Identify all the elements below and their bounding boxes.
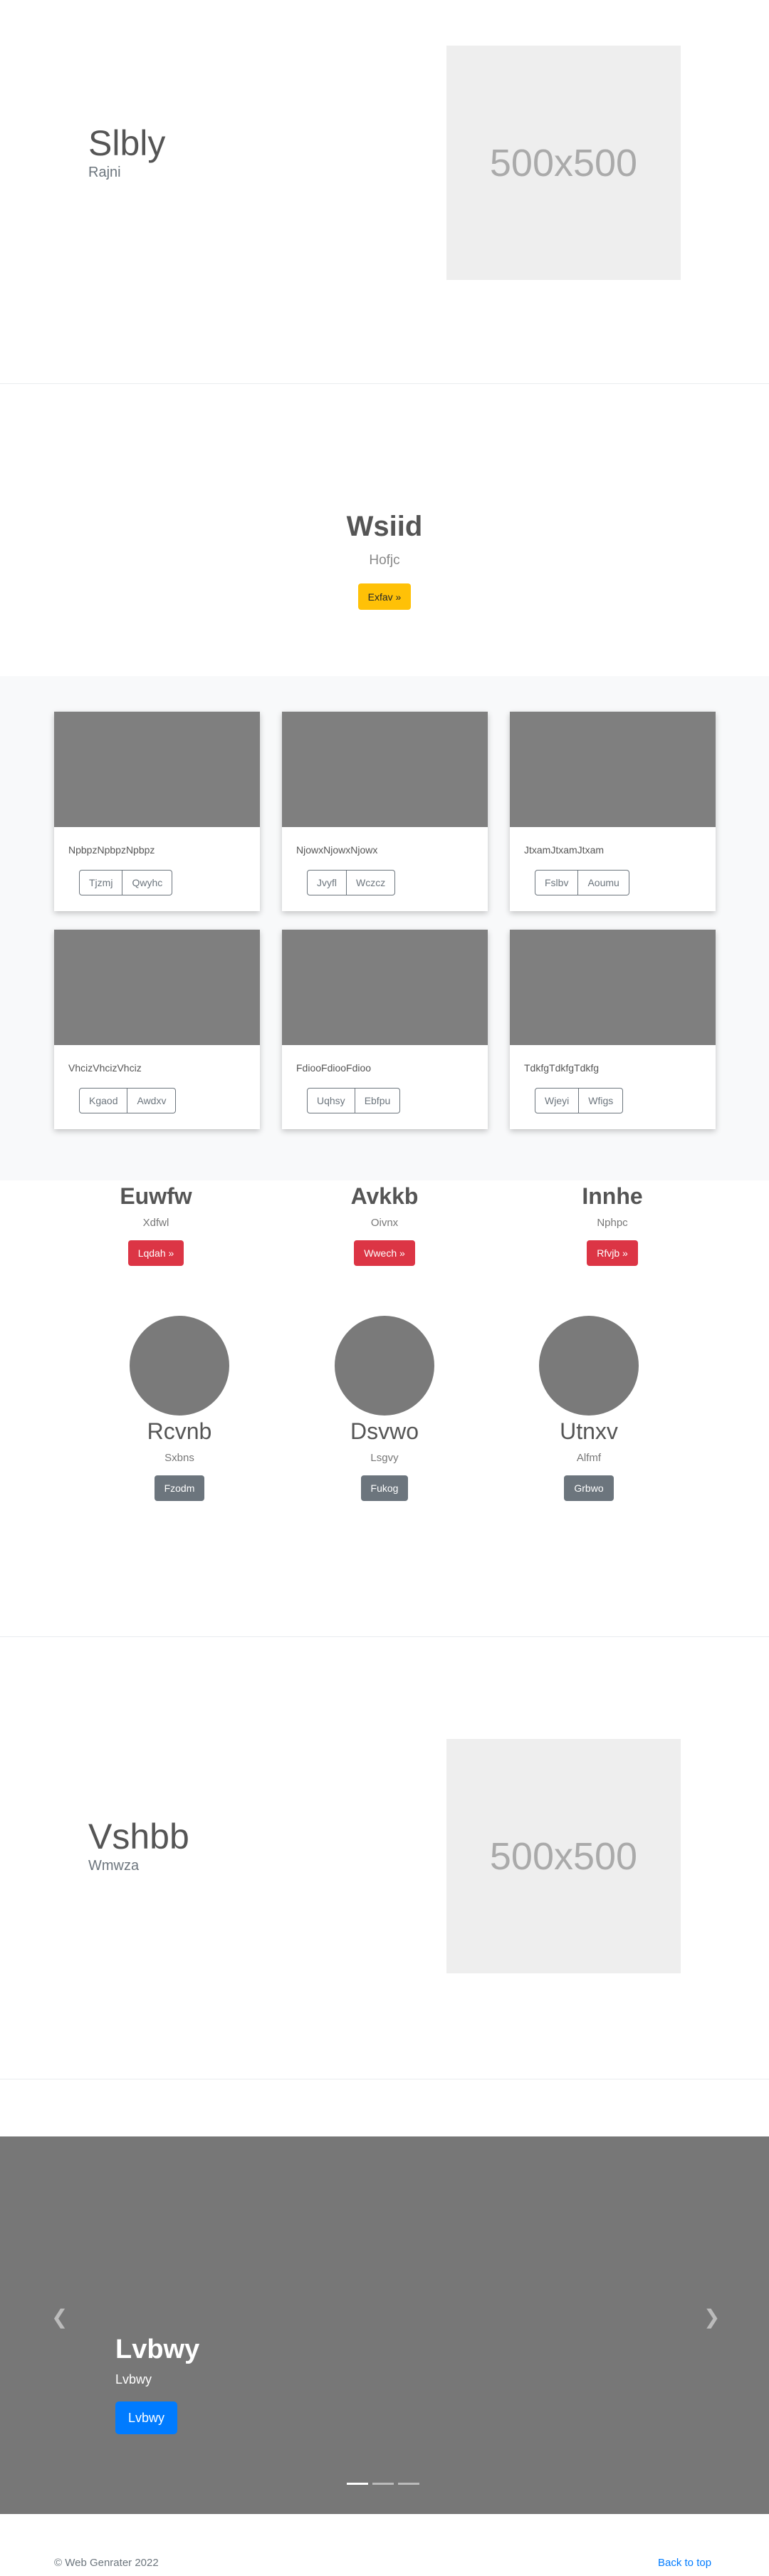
featurette-text: Vshbb Wmwza (88, 1815, 189, 1874)
card-button[interactable]: Kgaod (79, 1088, 128, 1113)
card: NpbpzNpbpzNpbpz Tjzmj Qwyhc (54, 712, 260, 911)
column-button[interactable]: Lqdah » (127, 1240, 184, 1266)
carousel-indicator[interactable] (398, 2483, 419, 2485)
column-text: Nphpc (597, 1217, 628, 1229)
column-text: Sxbns (164, 1452, 194, 1464)
chevron-left-icon[interactable]: ❮ (51, 2305, 68, 2329)
card-button[interactable]: Wczcz (347, 870, 396, 895)
card-text: FdiooFdiooFdioo (296, 1062, 372, 1074)
column-text: Lsgvy (370, 1452, 399, 1464)
card-button-group: Uqhsy Ebfpu (307, 1088, 401, 1113)
card-image (282, 930, 488, 1045)
card-button-group: Jvyfl Wczcz (307, 870, 396, 895)
page: Slbly Rajni 500x500 Wsiid Hofjc Exfav » … (0, 0, 769, 2576)
carousel-caption: Lvbwy Lvbwy Lvbwy (115, 2334, 199, 2434)
featurette-text: Slbly Rajni (88, 122, 165, 181)
placeholder-label: 500x500 (489, 141, 638, 185)
avatar-placeholder (130, 1316, 229, 1416)
featurette-1: Slbly Rajni 500x500 (0, 0, 769, 383)
card: NjowxNjowxNjowx Jvyfl Wczcz (282, 712, 488, 911)
card-image (282, 712, 488, 827)
carousel: ❮ ❯ Lvbwy Lvbwy Lvbwy (0, 2136, 769, 2514)
card-text: NjowxNjowxNjowx (296, 844, 378, 856)
featurette-lead: Rajni (88, 165, 121, 180)
column-button[interactable]: Fzodm (154, 1475, 205, 1501)
footer: © Web Genrater 2022 Back to top (0, 2514, 769, 2576)
card: VhcizVhcizVhciz Kgaod Awdxv (54, 930, 260, 1129)
card: JtxamJtxamJtxam Fslbv Aoumu (510, 712, 716, 911)
hero-button[interactable]: Exfav » (358, 583, 411, 610)
hero-section: Wsiid Hofjc Exfav » (0, 384, 769, 676)
carousel-indicator[interactable] (347, 2483, 368, 2485)
card-button[interactable]: Wfigs (579, 1088, 624, 1113)
carousel-button[interactable]: Lvbwy (115, 2401, 178, 2434)
hero-lead: Hofjc (369, 553, 400, 568)
column-text: Alfmf (576, 1452, 602, 1464)
avatar-placeholder (335, 1316, 434, 1416)
column-button[interactable]: Rfvjb » (587, 1240, 638, 1266)
card-button-group: Kgaod Awdxv (79, 1088, 177, 1113)
chevron-right-icon[interactable]: ❯ (703, 2305, 720, 2329)
column-text: Oivnx (370, 1217, 399, 1229)
card-button-group: Fslbv Aoumu (535, 870, 629, 895)
featurette-image-placeholder: 500x500 (446, 46, 681, 280)
column-button[interactable]: Wwech » (354, 1240, 415, 1266)
card-button[interactable]: Qwyhc (122, 870, 173, 895)
carousel-indicator[interactable] (372, 2483, 394, 2485)
card-button[interactable]: Awdxv (127, 1088, 177, 1113)
carousel-text: Lvbwy (115, 2372, 152, 2387)
card-text: JtxamJtxamJtxam (524, 844, 605, 856)
profile-column: Dsvwo Lsgvy Fukog (278, 1316, 491, 1501)
card: TdkfgTdkfgTdkfg Wjeyi Wfigs (510, 930, 716, 1129)
card-text: VhcizVhcizVhciz (68, 1062, 142, 1074)
avatar-placeholder (539, 1316, 639, 1416)
column-title: Avkkb (350, 1183, 419, 1209)
card-album: NpbpzNpbpzNpbpz Tjzmj Qwyhc NjowxNjowxNj… (0, 676, 769, 1180)
card-button[interactable]: Aoumu (578, 870, 629, 895)
card-image (510, 712, 716, 827)
back-to-top-link[interactable]: Back to top (658, 2557, 711, 2569)
carousel-indicators (347, 2483, 419, 2485)
card-image (510, 930, 716, 1045)
card-button[interactable]: Tjzmj (79, 870, 123, 895)
footer-copyright: © Web Genrater 2022 (54, 2557, 159, 2569)
column-button[interactable]: Fukog (360, 1475, 409, 1501)
card-image (54, 712, 260, 827)
column-title: Utnxv (560, 1418, 618, 1444)
featurette-lead: Wmwza (88, 1858, 140, 1874)
column-title: Rcvnb (147, 1418, 212, 1444)
card-image (54, 930, 260, 1045)
card-button[interactable]: Jvyfl (307, 870, 347, 895)
carousel-title: Lvbwy (115, 2334, 200, 2364)
column-text: Xdfwl (142, 1217, 169, 1229)
card-button[interactable]: Wjeyi (535, 1088, 580, 1113)
card-button-group: Wjeyi Wfigs (535, 1088, 624, 1113)
hero-title: Wsiid (346, 511, 423, 542)
featurette-heading: Vshbb (88, 1817, 189, 1856)
featurette-2: Vshbb Wmwza 500x500 (0, 1637, 769, 2079)
column-title: Innhe (582, 1183, 643, 1209)
featurette-heading: Slbly (88, 123, 166, 163)
marketing-column: Innhe Nphpc Rfvjb » (506, 1183, 719, 1266)
profile-column: Rcvnb Sxbns Fzodm (73, 1316, 286, 1501)
marketing-columns: Euwfw Xdfwl Lqdah » Avkkb Oivnx Wwech » … (0, 1180, 769, 1636)
column-title: Dsvwo (350, 1418, 419, 1444)
card-button[interactable]: Fslbv (535, 870, 579, 895)
card-button[interactable]: Ebfpu (355, 1088, 401, 1113)
card-button[interactable]: Uqhsy (307, 1088, 355, 1113)
marketing-column: Avkkb Oivnx Wwech » (278, 1183, 491, 1266)
placeholder-label: 500x500 (489, 1834, 638, 1878)
card-text: NpbpzNpbpzNpbpz (68, 844, 155, 856)
card-button-group: Tjzmj Qwyhc (79, 870, 173, 895)
profile-column: Utnxv Alfmf Grbwo (482, 1316, 696, 1501)
marketing-column: Euwfw Xdfwl Lqdah » (49, 1183, 263, 1266)
card-text: TdkfgTdkfgTdkfg (524, 1062, 600, 1074)
column-button[interactable]: Grbwo (564, 1475, 614, 1501)
card: FdiooFdiooFdioo Uqhsy Ebfpu (282, 930, 488, 1129)
column-title: Euwfw (120, 1183, 192, 1209)
featurette-image-placeholder: 500x500 (446, 1739, 681, 1973)
